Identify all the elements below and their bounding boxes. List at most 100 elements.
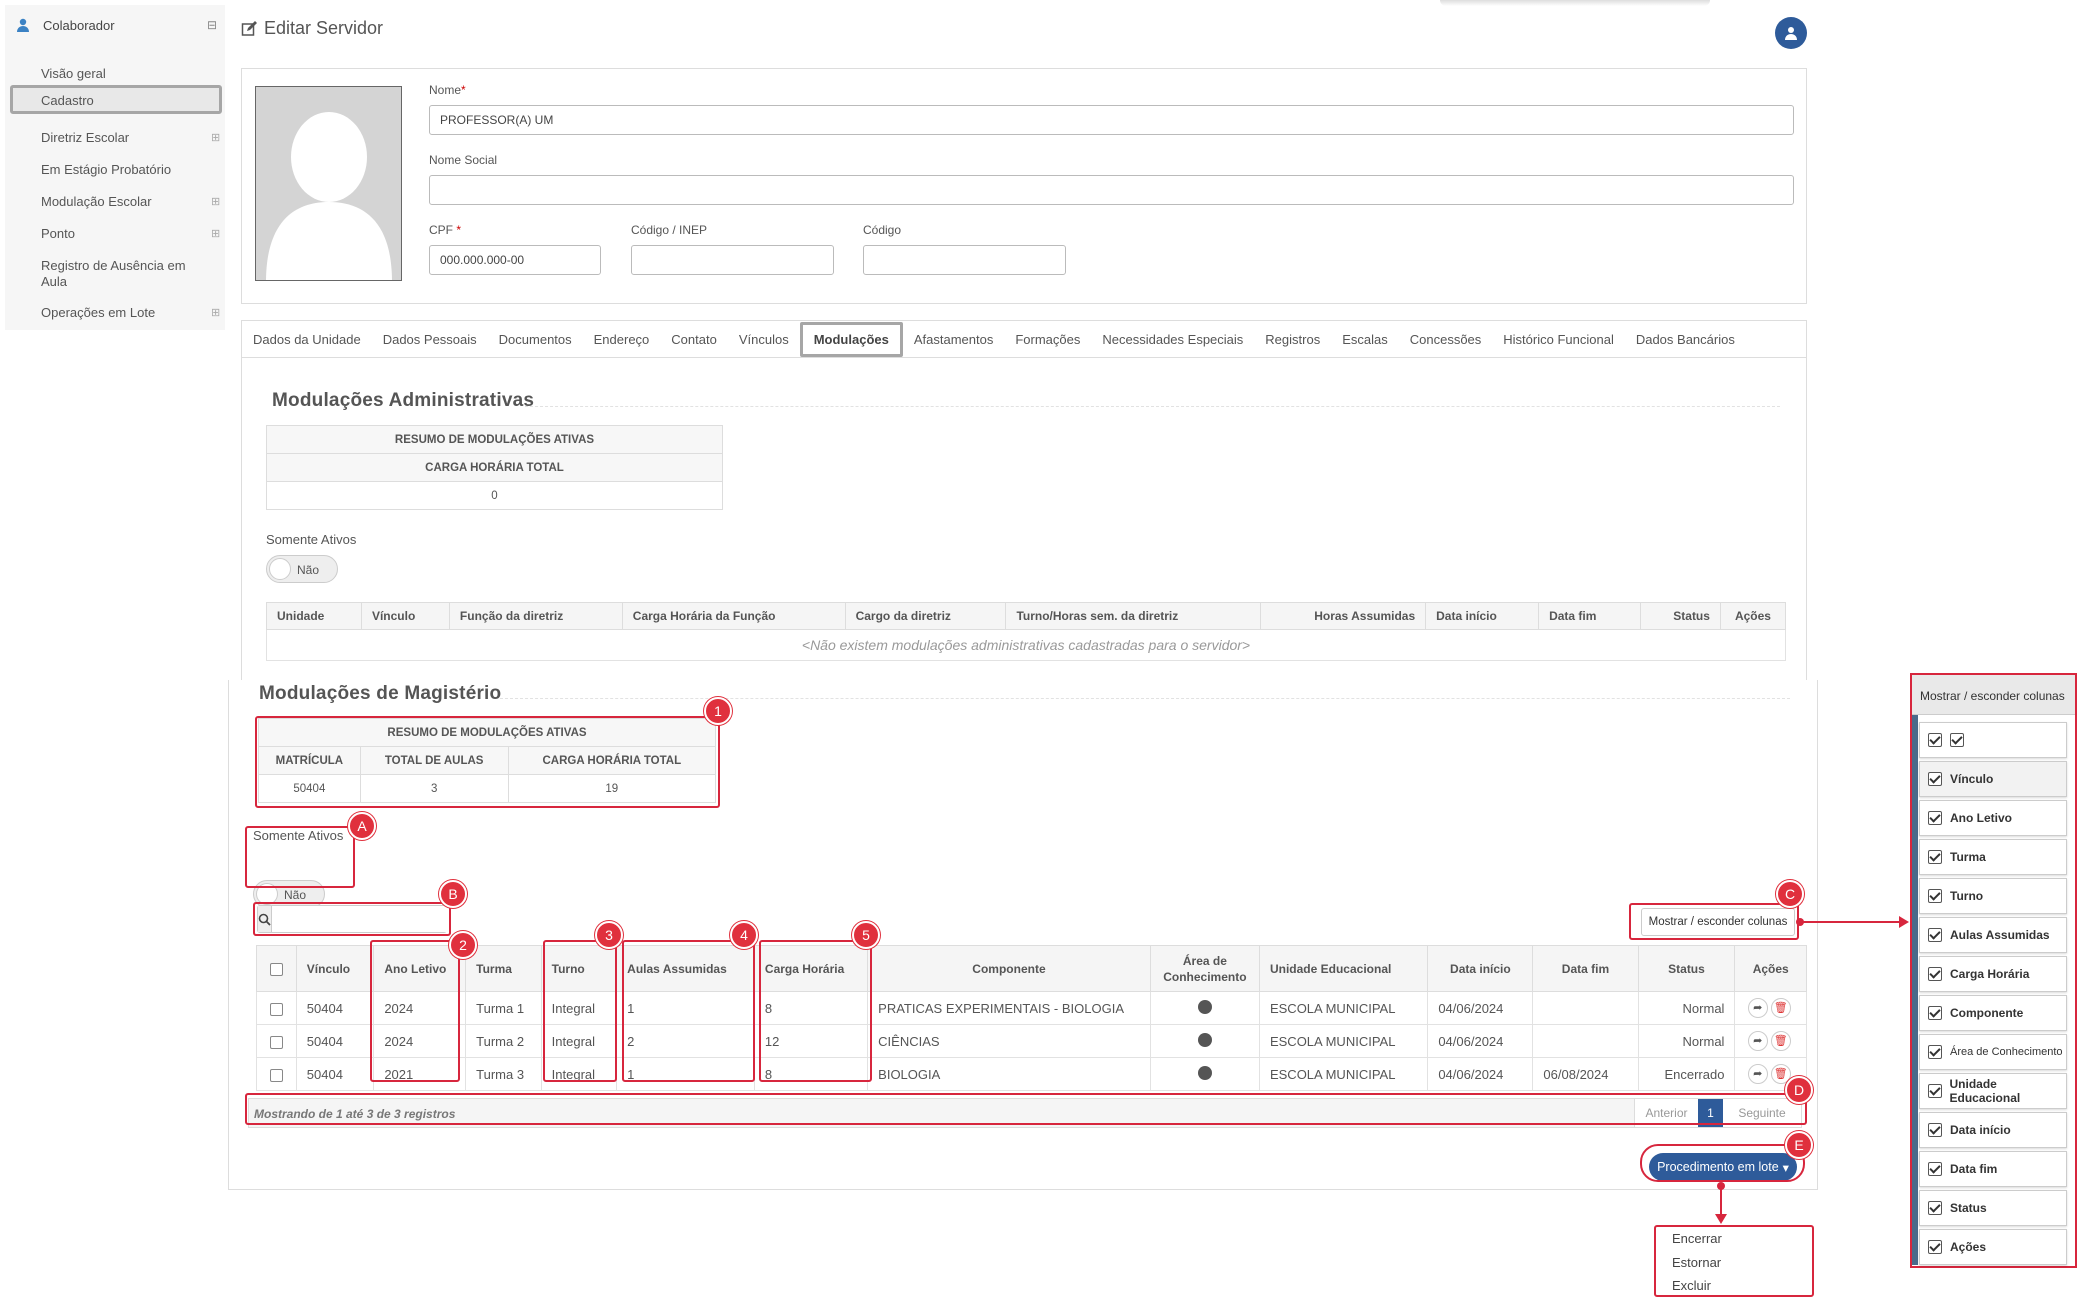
tab-concessoes[interactable]: Concessões [1399, 322, 1493, 357]
tab-afastamentos[interactable]: Afastamentos [903, 322, 1005, 357]
toggle-knob [269, 558, 291, 580]
col-toggle-checkbox[interactable] [1919, 722, 2067, 758]
toggle-label: Não [284, 888, 307, 902]
menu-item-excluir[interactable]: Excluir [1672, 1278, 1711, 1293]
col-vinculo[interactable]: Vínculo [360, 602, 450, 630]
col-toggle-carga[interactable]: Carga Horária [1919, 956, 2067, 992]
col-funcao[interactable]: Função da diretriz [448, 602, 623, 630]
annotation-box-a [245, 826, 355, 888]
column-panel-title: Mostrar / esconder colunas [1912, 675, 2075, 715]
cpf-input[interactable]: 000.000.000-00 [429, 245, 601, 275]
tab-escalas[interactable]: Escalas [1331, 322, 1399, 357]
col-toggle-turma[interactable]: Turma [1919, 839, 2067, 875]
checkbox-checked-icon [1928, 1123, 1942, 1137]
col-toggle-ano-letivo[interactable]: Ano Letivo [1919, 800, 2067, 836]
col-toggle-status[interactable]: Status [1919, 1190, 2067, 1226]
expand-icon[interactable]: ⊞ [211, 130, 220, 146]
user-menu-button[interactable] [1775, 17, 1807, 49]
tab-dados-unidade[interactable]: Dados da Unidade [242, 322, 372, 357]
col-data-inicio[interactable]: Data início [1425, 602, 1540, 630]
row-checkbox[interactable] [269, 1035, 283, 1049]
col-unidade-educacional[interactable]: Unidade Educacional [1258, 945, 1429, 992]
expand-icon[interactable]: ⊞ [211, 226, 220, 242]
tab-documentos[interactable]: Documentos [488, 322, 583, 357]
menu-item-encerrar[interactable]: Encerrar [1672, 1231, 1722, 1246]
col-toggle-turno[interactable]: Turno [1919, 878, 2067, 914]
col-data-fim[interactable]: Data fim [1538, 602, 1641, 630]
col-vinculo[interactable]: Vínculo [295, 945, 375, 992]
col-carga-funcao[interactable]: Carga Horária da Função [621, 602, 846, 630]
cell-vinculo: 50404 [295, 1057, 375, 1091]
col-status[interactable]: Status [1637, 945, 1736, 992]
share-icon[interactable]: ➦ [1747, 1064, 1768, 1084]
col-toggle-acoes[interactable]: Ações [1919, 1229, 2067, 1265]
checkbox-checked-icon [1928, 850, 1942, 864]
col-toggle-vinculo[interactable]: Vínculo [1919, 761, 2067, 797]
tab-historico[interactable]: Histórico Funcional [1492, 322, 1625, 357]
tab-formacoes[interactable]: Formações [1004, 322, 1091, 357]
cell-data-inicio: 04/06/2024 [1427, 1024, 1534, 1058]
select-all-checkbox[interactable] [269, 962, 283, 976]
trash-icon[interactable]: 🗑 [1770, 1031, 1791, 1051]
col-toggle-componente[interactable]: Componente [1919, 995, 2067, 1031]
annotation-badge-1: 1 [704, 697, 732, 725]
annotation-box-c [1629, 903, 1799, 940]
sidebar: Colaborador ⊟ Visão geral Cadastro Diret… [5, 5, 225, 330]
menu-item-estornar[interactable]: Estornar [1672, 1255, 1721, 1270]
tab-contato[interactable]: Contato [660, 322, 728, 357]
sidebar-item-modulacao[interactable]: Modulação Escolar ⊞ [41, 194, 220, 210]
row-checkbox[interactable] [269, 1002, 283, 1016]
trash-icon[interactable]: 🗑 [1770, 998, 1791, 1018]
col-data-fim[interactable]: Data fim [1532, 945, 1639, 992]
tab-necessidades[interactable]: Necessidades Especiais [1091, 322, 1254, 357]
tab-endereco[interactable]: Endereço [583, 322, 661, 357]
annotation-badge-5: 5 [852, 921, 880, 949]
col-toggle-area[interactable]: Área de Conhecimento [1919, 1034, 2067, 1070]
sidebar-item-cadastro[interactable]: Cadastro [41, 93, 94, 109]
col-toggle-data-inicio[interactable]: Data início [1919, 1112, 2067, 1148]
col-turma[interactable]: Turma [465, 945, 542, 992]
codigo-input[interactable] [863, 245, 1066, 275]
share-icon[interactable]: ➦ [1747, 1031, 1768, 1051]
sidebar-item-ausencia[interactable]: Registro de Ausência em Aula [41, 258, 186, 290]
profile-photo[interactable] [255, 86, 402, 281]
cell-unidade: ESCOLA MUNICIPAL [1258, 1024, 1429, 1058]
tab-dados-pessoais[interactable]: Dados Pessoais [372, 322, 488, 357]
col-toggle-data-fim[interactable]: Data fim [1919, 1151, 2067, 1187]
row-checkbox[interactable] [269, 1068, 283, 1082]
tab-vinculos[interactable]: Vínculos [728, 322, 800, 357]
inep-input[interactable] [631, 245, 834, 275]
share-icon[interactable]: ➦ [1747, 998, 1768, 1018]
sidebar-item-ponto[interactable]: Ponto ⊞ [41, 226, 220, 242]
col-toggle-unidade[interactable]: Unidade Educacional [1919, 1073, 2067, 1109]
tab-modulacoes[interactable]: Modulações [799, 321, 903, 357]
collapse-icon[interactable]: ⊟ [207, 18, 217, 32]
col-acoes[interactable]: Ações [1719, 602, 1787, 630]
sidebar-item-estagio[interactable]: Em Estágio Probatório [41, 162, 171, 178]
sidebar-item-label: Cadastro [41, 93, 94, 108]
col-toggle-aulas[interactable]: Aulas Assumidas [1919, 917, 2067, 953]
tab-dados-bancarios[interactable]: Dados Bancários [1625, 322, 1746, 357]
col-horas-assumidas[interactable]: Horas Assumidas [1260, 602, 1427, 630]
col-acoes[interactable]: Ações [1734, 945, 1807, 992]
nome-input[interactable]: PROFESSOR(A) UM [429, 105, 1794, 135]
sidebar-item-operacoes[interactable]: Operações em Lote ⊞ [41, 305, 220, 321]
annotation-box-5 [759, 940, 872, 1082]
col-data-inicio[interactable]: Data início [1427, 945, 1534, 992]
summary-col: CARGA HORÁRIA TOTAL [266, 453, 723, 482]
expand-icon[interactable]: ⊞ [211, 305, 220, 321]
sidebar-header[interactable]: Colaborador ⊟ [5, 13, 225, 37]
col-componente[interactable]: Componente [867, 945, 1151, 992]
col-status[interactable]: Status [1639, 602, 1721, 630]
expand-icon[interactable]: ⊞ [211, 194, 220, 210]
nome-social-input[interactable] [429, 175, 1794, 205]
admin-only-active-toggle[interactable]: Não [266, 555, 338, 583]
annotation-box-1 [255, 716, 720, 808]
col-turno-horas[interactable]: Turno/Horas sem. da diretriz [1005, 602, 1262, 630]
sidebar-item-diretriz-escolar[interactable]: Diretriz Escolar ⊞ [41, 130, 220, 146]
sidebar-item-visao-geral[interactable]: Visão geral [41, 66, 106, 82]
tab-registros[interactable]: Registros [1254, 322, 1331, 357]
col-area-conhecimento[interactable]: Área de Conhecimento [1149, 945, 1260, 992]
col-cargo[interactable]: Cargo da diretriz [844, 602, 1007, 630]
col-unidade[interactable]: Unidade [266, 602, 362, 630]
